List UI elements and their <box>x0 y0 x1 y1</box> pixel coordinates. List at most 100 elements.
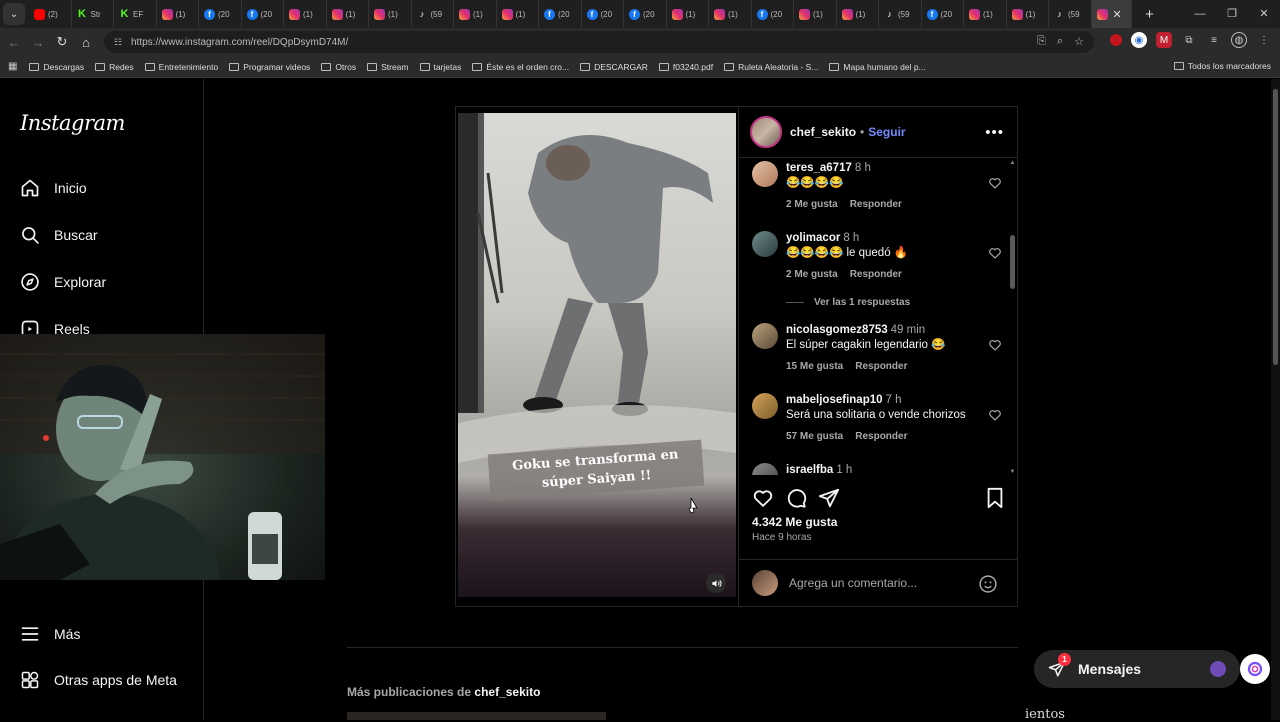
browser-tab[interactable]: (1) <box>327 0 369 28</box>
tab-search-button[interactable]: ⌄ <box>3 3 25 25</box>
bookmark-item[interactable]: Ruleta Aleatoria - S... <box>724 62 818 72</box>
instagram-logo[interactable]: Instagram <box>20 111 125 135</box>
all-bookmarks[interactable]: Todos los marcadores <box>1173 61 1271 71</box>
bookmark-item[interactable]: Entretenimiento <box>144 62 218 72</box>
browser-tab[interactable]: f (20 <box>624 0 667 28</box>
reel-video[interactable]: Goku se transforma en súper Saiyan !! <box>456 107 738 606</box>
browser-tab[interactable]: (1) <box>497 0 539 28</box>
more-posts-user[interactable]: chef_sekito <box>474 685 540 699</box>
page-scrollbar-thumb[interactable] <box>1273 89 1278 365</box>
minimize-button[interactable]: — <box>1184 0 1216 28</box>
comment-likes[interactable]: 15 Me gusta <box>786 361 843 372</box>
bookmark-item[interactable]: f03240.pdf <box>658 62 713 72</box>
scroll-down-arrow-icon[interactable]: ▼ <box>1009 469 1016 475</box>
browser-tab[interactable]: f (20 <box>922 0 964 28</box>
browser-tab[interactable]: (1) <box>964 0 1007 28</box>
bookmark-item[interactable]: Éste es el orden cro... <box>472 62 569 72</box>
comment-user[interactable]: israelfba <box>786 464 833 475</box>
reply-button[interactable]: Responder <box>855 361 907 372</box>
comment-like-heart-icon[interactable] <box>988 246 1002 260</box>
save-bookmark-icon[interactable] <box>984 487 1006 509</box>
browser-tab[interactable]: (1) <box>667 0 709 28</box>
meta-ai-button[interactable] <box>1240 654 1270 684</box>
browser-tab[interactable]: (1) <box>157 0 199 28</box>
comments-scrollbar[interactable]: ▲ ▼ <box>1009 159 1016 475</box>
comment-user[interactable]: yolimacor <box>786 232 840 244</box>
browser-tab[interactable]: f (20 <box>582 0 624 28</box>
reply-button[interactable]: Responder <box>855 431 907 442</box>
browser-tab[interactable]: f (20 <box>539 0 582 28</box>
bookmark-item[interactable]: Redes <box>95 62 134 72</box>
sidebar-item-mas[interactable]: Más <box>20 624 80 644</box>
browser-tab[interactable]: K EF <box>114 0 157 28</box>
back-button[interactable]: ← <box>2 35 26 50</box>
home-button[interactable]: ⌂ <box>74 35 98 50</box>
share-send-icon[interactable] <box>818 487 840 509</box>
apps-grid-icon[interactable]: ▦ <box>8 61 17 72</box>
sidebar-item-otras-apps[interactable]: Otras apps de Meta <box>20 670 177 690</box>
bookmark-item[interactable]: Otros <box>321 62 356 72</box>
browser-tab[interactable]: (1) <box>369 0 412 28</box>
avatar[interactable] <box>752 463 778 475</box>
browser-tab[interactable]: f (20 <box>752 0 794 28</box>
bookmark-item[interactable]: Mapa humano del p... <box>829 62 926 72</box>
close-icon[interactable]: ✕ <box>1113 8 1122 21</box>
browser-tab[interactable]: (1) <box>709 0 752 28</box>
bookmark-item[interactable]: Programar videos <box>229 62 310 72</box>
browser-tab[interactable]: (1) <box>454 0 497 28</box>
avatar[interactable] <box>752 323 778 349</box>
reload-button[interactable]: ↻ <box>50 34 74 50</box>
like-heart-icon[interactable] <box>752 487 774 509</box>
post-time[interactable]: Hace 9 horas <box>752 532 811 543</box>
install-icon[interactable]: ⎘ <box>1037 35 1046 48</box>
comment-likes[interactable]: 2 Me gusta <box>786 199 838 210</box>
site-info-icon[interactable]: ☷ <box>114 37 124 47</box>
comment-like-heart-icon[interactable] <box>988 176 1002 190</box>
bookmark-item[interactable]: Stream <box>367 62 409 72</box>
avatar[interactable] <box>750 116 782 148</box>
comment-user[interactable]: nicolasgomez8753 <box>786 324 888 336</box>
browser-tab[interactable]: ♪ (59 <box>1049 0 1092 28</box>
browser-tab[interactable]: K Str <box>72 0 114 28</box>
browser-tab[interactable]: ♪ (59 <box>412 0 454 28</box>
sidebar-item-explorar[interactable]: Explorar <box>20 272 106 292</box>
avatar[interactable] <box>752 393 778 419</box>
view-replies[interactable]: Ver las 1 respuestas <box>786 297 910 308</box>
emoji-icon[interactable] <box>978 574 998 594</box>
reply-button[interactable]: Responder <box>850 269 902 280</box>
messages-button[interactable]: 1 Mensajes <box>1034 650 1240 688</box>
avatar[interactable] <box>752 161 778 187</box>
puzzle-icon[interactable]: ⧉ <box>1181 32 1197 48</box>
url-bar[interactable]: ☷ https://www.instagram.com/reel/DQpDsym… <box>104 31 1094 53</box>
browser-tab[interactable]: ♪ (59 <box>879 0 922 28</box>
close-window-button[interactable]: ✕ <box>1248 0 1280 28</box>
comment-likes[interactable]: 57 Me gusta <box>786 431 843 442</box>
comment-user[interactable]: mabeljosefinap10 <box>786 394 883 406</box>
mute-button[interactable] <box>706 573 726 593</box>
like-count[interactable]: 4.342 Me gusta <box>752 515 837 529</box>
browser-tab[interactable]: (1) <box>284 0 327 28</box>
new-tab-button[interactable]: + <box>1138 6 1162 23</box>
comment-like-heart-icon[interactable] <box>988 408 1002 422</box>
bookmark-star-icon[interactable]: ☆ <box>1074 35 1084 48</box>
extension-red-icon[interactable] <box>1110 34 1122 46</box>
bookmark-item[interactable]: Descargas <box>29 62 84 72</box>
comment-bubble-icon[interactable] <box>785 487 807 509</box>
bookmark-item[interactable]: DESCARGAR <box>580 62 648 72</box>
browser-tab[interactable]: (1) <box>794 0 837 28</box>
profile-icon[interactable]: ◍ <box>1231 32 1247 48</box>
scrollbar-thumb[interactable] <box>1010 235 1015 289</box>
more-posts-thumbnail[interactable] <box>347 712 606 720</box>
page-scrollbar[interactable] <box>1271 79 1280 720</box>
browser-tab[interactable]: (2) <box>29 0 72 28</box>
avatar[interactable] <box>752 231 778 257</box>
browser-tab[interactable]: (1) <box>1007 0 1049 28</box>
more-options-icon[interactable]: ••• <box>985 124 1004 141</box>
media-icon[interactable]: ≡ <box>1206 32 1222 48</box>
scroll-up-arrow-icon[interactable]: ▲ <box>1009 160 1016 166</box>
browser-tab[interactable]: (1) <box>837 0 879 28</box>
sidebar-item-buscar[interactable]: Buscar <box>20 225 98 245</box>
sidebar-item-inicio[interactable]: Inicio <box>20 178 87 198</box>
comment-like-heart-icon[interactable] <box>988 338 1002 352</box>
kebab-menu-icon[interactable]: ⋮ <box>1256 32 1272 48</box>
